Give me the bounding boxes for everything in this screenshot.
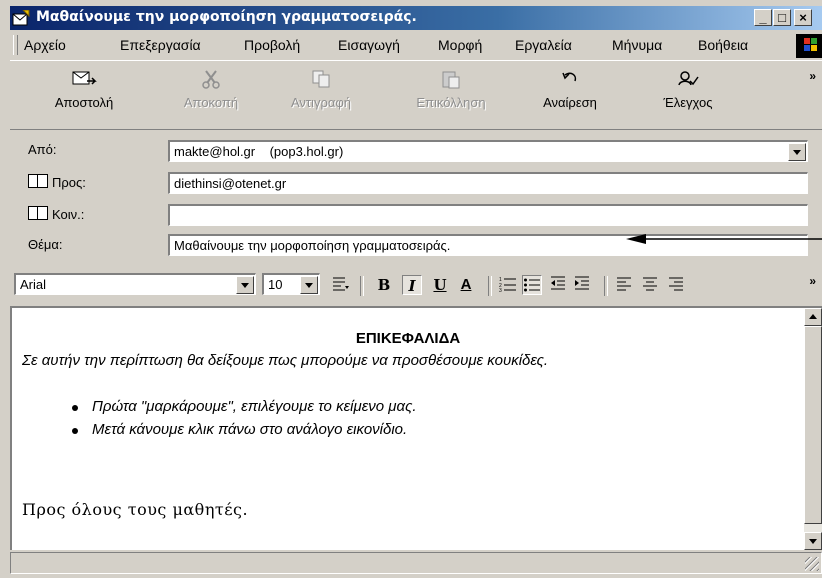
separator <box>604 276 608 296</box>
body-closing: Προς όλους τους μαθητές. <box>22 500 249 519</box>
cut-button[interactable]: Αποκοπή <box>176 69 246 110</box>
copy-button[interactable]: Αντιγραφή <box>282 69 360 110</box>
italic-button[interactable]: I <box>402 275 422 295</box>
vertical-scrollbar[interactable] <box>804 308 822 550</box>
cc-field[interactable] <box>168 204 808 226</box>
menu-tools[interactable]: Εργαλεία <box>515 37 572 53</box>
copy-icon <box>312 70 330 88</box>
resize-grip[interactable] <box>805 557 819 571</box>
font-dropdown-button[interactable] <box>236 276 254 294</box>
menu-edit[interactable]: Επεξεργασία <box>120 37 201 53</box>
list-item: Πρώτα "μαρκάρουμε", επιλέγουμε το κείμεν… <box>70 398 417 415</box>
send-label: Αποστολή <box>54 95 114 110</box>
from-value: makte@hol.gr (pop3.hol.gr) <box>174 144 344 159</box>
maximize-button[interactable]: □ <box>773 9 791 26</box>
subject-value: Μαθαίνουμε την μορφοποίηση γραμματοσειρά… <box>174 238 451 253</box>
from-label: Από: <box>28 142 57 157</box>
format-overflow-button[interactable]: » <box>809 274 816 288</box>
bullet-list-button[interactable] <box>522 275 542 295</box>
font-size-value: 10 <box>268 277 283 292</box>
align-left-icon <box>617 277 631 291</box>
numbered-list-icon: 123 <box>499 277 516 294</box>
menu-format[interactable]: Μορφή <box>438 37 482 53</box>
copy-label: Αντιγραφή <box>290 95 352 110</box>
toolbar-overflow-button[interactable]: » <box>809 69 816 83</box>
body-bullet-list: Πρώτα "μαρκάρουμε", επιλέγουμε το κείμεν… <box>70 398 417 444</box>
undo-icon <box>562 72 577 82</box>
size-dropdown-button[interactable] <box>300 276 318 294</box>
menu-file[interactable]: Αρχείο <box>24 37 66 53</box>
status-bar <box>10 552 822 574</box>
menu-bar: Αρχείο Επεξεργασία Προβολή Εισαγωγή Μορφ… <box>10 32 822 58</box>
paste-button[interactable]: Επικόλληση <box>408 69 494 110</box>
new-message-icon <box>12 10 30 26</box>
undo-button[interactable]: Αναίρεση <box>528 69 612 110</box>
main-toolbar: Αποστολή Αποκοπή Αντιγραφή Επικόλληση Αν… <box>10 60 822 130</box>
menu-grip[interactable] <box>13 35 18 55</box>
from-dropdown-button[interactable] <box>788 143 806 161</box>
paste-label: Επικόλληση <box>416 95 486 110</box>
scroll-down-button[interactable] <box>804 532 822 550</box>
from-select[interactable]: makte@hol.gr (pop3.hol.gr) <box>168 140 808 162</box>
decrease-indent-icon <box>551 276 565 290</box>
align-right-icon <box>669 277 683 291</box>
menu-view[interactable]: Προβολή <box>244 37 300 53</box>
to-value: diethinsi@otenet.gr <box>174 176 287 191</box>
to-label-wrap[interactable]: Προς: <box>28 174 86 190</box>
increase-indent-button[interactable] <box>572 275 592 295</box>
menu-insert[interactable]: Εισαγωγή <box>338 37 400 53</box>
increase-indent-icon <box>575 276 589 290</box>
message-body[interactable]: ΕΠΙΚΕΦΑΛΙΔΑ Σε αυτήν την περίπτωση θα δε… <box>10 306 822 550</box>
menu-message[interactable]: Μήνυμα <box>612 37 662 53</box>
font-color-button[interactable]: A <box>456 275 476 295</box>
windows-logo-icon <box>796 34 822 58</box>
numbered-list-button[interactable]: 123 <box>498 275 518 295</box>
close-button[interactable]: × <box>794 9 812 26</box>
align-left-button[interactable] <box>614 275 634 295</box>
font-value: Arial <box>20 277 47 292</box>
font-size-select[interactable]: 10 <box>262 273 320 295</box>
bold-button[interactable]: B <box>374 275 394 295</box>
paragraph-style-button[interactable] <box>330 275 350 295</box>
cc-label-wrap[interactable]: Κοιν.: <box>28 206 84 222</box>
svg-text:3: 3 <box>499 288 502 293</box>
compose-window: Μαθαίνουμε την μορφοποίηση γραμματοσειρά… <box>0 0 822 578</box>
annotation-arrow <box>626 234 822 244</box>
undo-label: Αναίρεση <box>543 95 597 110</box>
decrease-indent-button[interactable] <box>548 275 568 295</box>
check-names-button[interactable]: Έλεγχος <box>652 69 724 110</box>
paste-icon <box>442 71 460 89</box>
paragraph-style-icon <box>333 277 349 291</box>
to-label: Προς: <box>52 175 86 190</box>
body-intro: Σε αυτήν την περίπτωση θα δείξουμε πως μ… <box>22 352 549 369</box>
separator <box>488 276 492 296</box>
check-names-icon <box>678 71 699 86</box>
send-button[interactable]: Αποστολή <box>46 69 122 110</box>
format-toolbar: Arial 10 B I U A 123 » <box>10 268 822 302</box>
bullet-list-icon <box>524 278 540 292</box>
title-bar[interactable]: Μαθαίνουμε την μορφοποίηση γραμματοσειρά… <box>10 6 822 30</box>
list-item: Μετά κάνουμε κλικ πάνω στο ανάλογο εικον… <box>70 421 417 438</box>
to-field[interactable]: diethinsi@otenet.gr <box>168 172 808 194</box>
minimize-button[interactable]: _ <box>754 9 772 26</box>
underline-button[interactable]: U <box>430 275 450 295</box>
scissors-icon <box>202 70 220 89</box>
address-book-icon <box>28 206 48 220</box>
send-icon <box>72 71 97 85</box>
align-right-button[interactable] <box>666 275 686 295</box>
menu-help[interactable]: Βοήθεια <box>698 37 748 53</box>
font-select[interactable]: Arial <box>14 273 256 295</box>
scroll-up-button[interactable] <box>804 308 822 326</box>
cut-label: Αποκοπή <box>183 95 239 110</box>
cc-label: Κοιν.: <box>52 207 85 222</box>
address-book-icon <box>28 174 48 188</box>
subject-label: Θέμα: <box>28 237 63 252</box>
separator <box>360 276 364 296</box>
window-title: Μαθαίνουμε την μορφοποίηση γραμματοσειρά… <box>36 9 417 25</box>
align-center-button[interactable] <box>640 275 660 295</box>
align-center-icon <box>643 277 657 291</box>
body-heading: ΕΠΙΚΕΦΑΛΙΔΑ <box>355 330 461 347</box>
scroll-thumb[interactable] <box>804 326 822 524</box>
check-names-label: Έλεγχος <box>663 95 713 110</box>
